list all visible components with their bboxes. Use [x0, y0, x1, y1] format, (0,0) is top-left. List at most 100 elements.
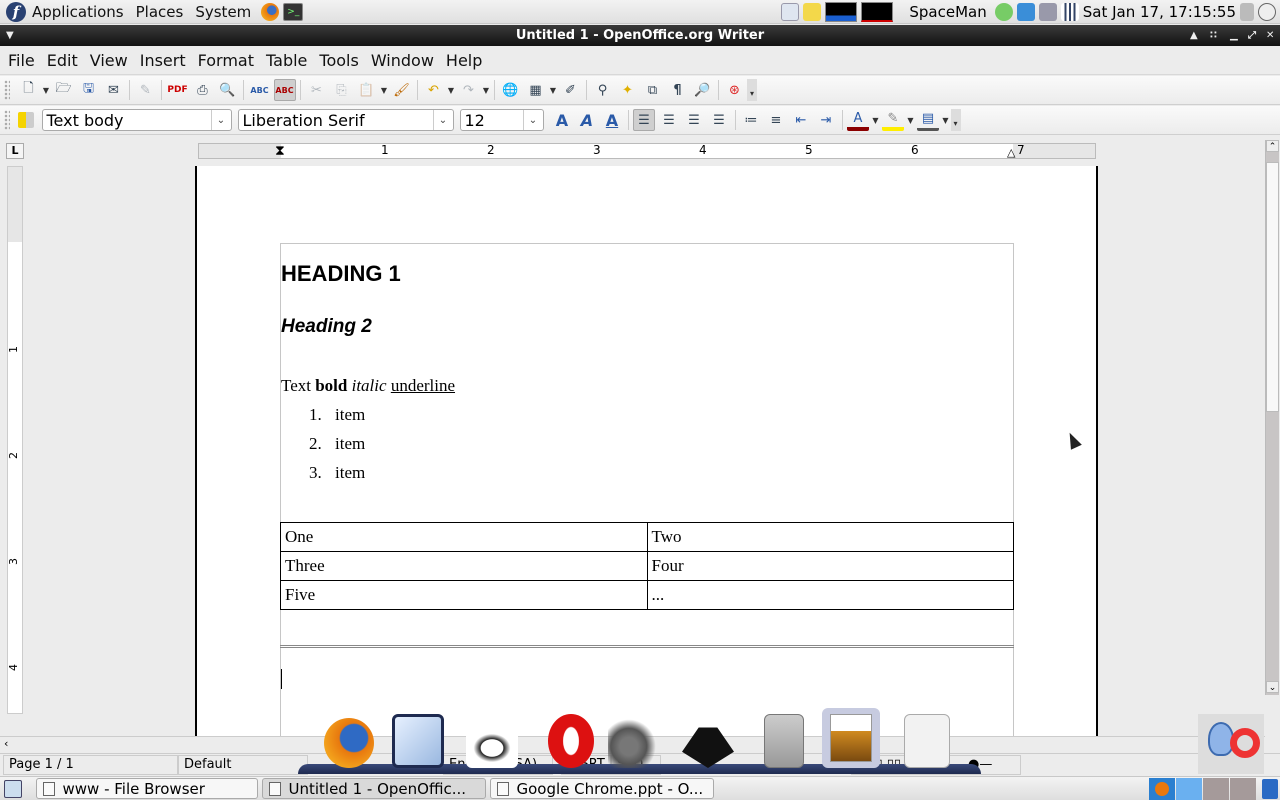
terminal-launcher-icon[interactable]: >_: [283, 2, 304, 21]
workspace-2[interactable]: [1176, 777, 1202, 800]
maximize-icon[interactable]: ⤢: [1248, 25, 1256, 46]
toolbar-grip[interactable]: [4, 110, 10, 130]
menu-file[interactable]: File: [2, 51, 41, 70]
workspace-switcher[interactable]: [1149, 777, 1256, 800]
align-left-icon[interactable]: ☰: [633, 109, 655, 131]
applications-menu[interactable]: Applications: [26, 3, 130, 21]
font-name-combo[interactable]: Liberation Serif ⌄: [237, 109, 454, 131]
presence-icon[interactable]: [994, 3, 1013, 21]
table-cell[interactable]: Five: [280, 580, 648, 610]
font-color-dropdown-icon[interactable]: ▼: [871, 116, 881, 125]
bold-icon[interactable]: A: [551, 109, 573, 131]
task-file-browser[interactable]: www - File Browser: [35, 778, 258, 799]
list-item[interactable]: 2. item: [309, 434, 365, 454]
email-icon[interactable]: ✉: [103, 79, 125, 101]
clock[interactable]: Sat Jan 17, 17:15:55: [1083, 3, 1236, 21]
scroll-up-icon[interactable]: ⌃: [1266, 140, 1279, 152]
paragraph-style-combo[interactable]: Text body ⌄: [41, 109, 232, 131]
trash-icon[interactable]: [1262, 778, 1278, 799]
table-cell[interactable]: ...: [646, 580, 1014, 610]
hyperlink-icon[interactable]: 🌐: [500, 79, 522, 101]
scroll-left-icon[interactable]: ‹: [4, 737, 8, 750]
dock-file-cabinet-icon[interactable]: [764, 714, 804, 768]
highlight-icon[interactable]: ✎: [882, 109, 904, 131]
chevron-down-icon[interactable]: ⌄: [210, 110, 231, 130]
justify-icon[interactable]: ☰: [708, 109, 730, 131]
toolbar-overflow-icon[interactable]: ▾: [950, 109, 961, 131]
menu-format[interactable]: Format: [192, 51, 260, 70]
align-center-icon[interactable]: ☰: [658, 109, 680, 131]
window-titlebar[interactable]: ▼ Untitled 1 - OpenOffice.org Writer ▲ ∷…: [0, 25, 1280, 46]
task-writer[interactable]: Untitled 1 - OpenOffic...: [261, 778, 486, 799]
new-icon[interactable]: 🗋: [18, 79, 40, 101]
dock-firefox-icon[interactable]: [324, 718, 374, 768]
save-icon[interactable]: 🖫: [78, 79, 100, 101]
right-indent-marker-icon[interactable]: △: [1007, 146, 1015, 159]
page-style[interactable]: Default: [178, 754, 308, 775]
system-menu[interactable]: System: [189, 3, 257, 21]
chevron-down-icon[interactable]: ⌄: [522, 110, 543, 130]
print-preview-icon[interactable]: 🔍: [217, 79, 239, 101]
dock-opera-icon[interactable]: [548, 714, 594, 768]
vertical-scrollbar[interactable]: ⌃ ⌄: [1265, 140, 1279, 695]
menu-tools[interactable]: Tools: [313, 51, 364, 70]
power-button-icon[interactable]: [1258, 3, 1276, 21]
print-icon[interactable]: ⎙: [192, 79, 214, 101]
font-size-combo[interactable]: 12 ⌄: [459, 109, 544, 131]
font-color-icon[interactable]: A: [847, 109, 869, 131]
spellcheck-icon[interactable]: ABC: [249, 79, 271, 101]
page-indicator[interactable]: Page 1 / 1: [3, 754, 178, 775]
fedora-logo-icon[interactable]: f: [6, 1, 26, 22]
menu-insert[interactable]: Insert: [134, 51, 192, 70]
align-right-icon[interactable]: ☰: [683, 109, 705, 131]
indent-marker-icon[interactable]: ⧗: [275, 143, 285, 159]
dock-eye-icon[interactable]: [466, 728, 518, 768]
cut-icon[interactable]: ✂: [306, 79, 328, 101]
minimize-icon[interactable]: ▁: [1230, 25, 1238, 46]
help-agent[interactable]: [1198, 714, 1264, 774]
table-cell[interactable]: Two: [646, 522, 1014, 552]
new-dropdown-icon[interactable]: ▼: [41, 86, 51, 95]
show-desktop-icon[interactable]: [4, 779, 22, 798]
table-dropdown-icon[interactable]: ▼: [548, 86, 558, 95]
volume-icon[interactable]: [1240, 3, 1254, 21]
places-menu[interactable]: Places: [130, 3, 190, 21]
heading-1[interactable]: HEADING 1: [281, 261, 401, 287]
toolbar-grip[interactable]: [4, 80, 10, 100]
zoom-icon[interactable]: 🔎: [692, 79, 714, 101]
notes-icon[interactable]: [803, 3, 822, 21]
sticky-icon[interactable]: ∷: [1210, 25, 1217, 46]
dock-presentation-icon[interactable]: [904, 714, 950, 768]
dock-image-viewer-icon[interactable]: [822, 708, 880, 768]
workspace-3[interactable]: [1203, 777, 1229, 800]
close-icon[interactable]: ✕: [1266, 25, 1274, 46]
copy-icon[interactable]: ⎘: [331, 79, 353, 101]
background-color-dropdown-icon[interactable]: ▼: [941, 116, 951, 125]
menu-view[interactable]: View: [84, 51, 134, 70]
tab-stop-type-button[interactable]: L: [6, 143, 24, 159]
paste-dropdown-icon[interactable]: ▼: [379, 86, 389, 95]
document-page[interactable]: HEADING 1 Heading 2 Text bold italic und…: [195, 166, 1098, 736]
numbering-icon[interactable]: ≔: [740, 109, 762, 131]
table-cell[interactable]: Three: [280, 551, 648, 581]
menu-table[interactable]: Table: [260, 51, 313, 70]
table-icon[interactable]: ▦: [525, 79, 547, 101]
menu-edit[interactable]: Edit: [41, 51, 84, 70]
redo-dropdown-icon[interactable]: ▼: [481, 86, 491, 95]
body-paragraph[interactable]: Text bold italic underline: [281, 376, 455, 396]
menu-help[interactable]: Help: [440, 51, 488, 70]
table-cell[interactable]: One: [280, 522, 648, 552]
nonprinting-chars-icon[interactable]: ¶: [667, 79, 689, 101]
dock-gimp-icon[interactable]: [608, 714, 660, 768]
dock-inkscape-icon[interactable]: [682, 714, 734, 768]
export-pdf-icon[interactable]: PDF: [167, 79, 189, 101]
gallery-icon[interactable]: ⧉: [642, 79, 664, 101]
list-item[interactable]: 3. item: [309, 463, 365, 483]
workspace-1[interactable]: [1149, 777, 1175, 800]
scroll-thumb[interactable]: [1266, 162, 1279, 412]
undo-icon[interactable]: ↶: [423, 79, 445, 101]
redo-icon[interactable]: ↷: [458, 79, 480, 101]
styles-formatting-icon[interactable]: [17, 112, 34, 128]
undo-dropdown-icon[interactable]: ▼: [446, 86, 456, 95]
highlight-dropdown-icon[interactable]: ▼: [906, 116, 916, 125]
